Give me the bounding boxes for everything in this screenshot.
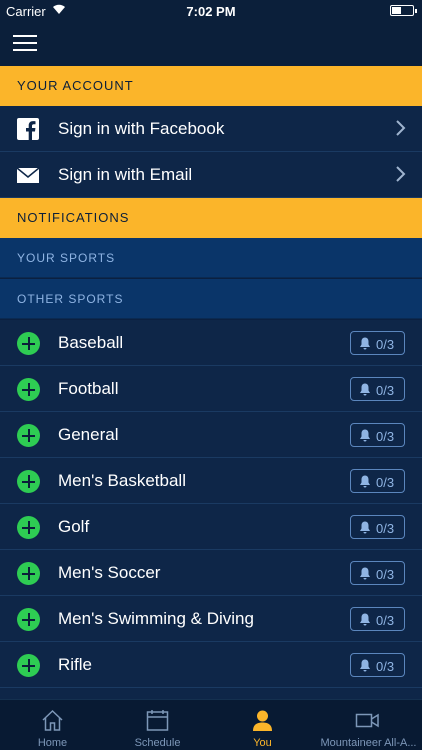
email-signin-label: Sign in with Email bbox=[58, 165, 193, 184]
notification-count: 0/3 bbox=[376, 475, 395, 490]
status-bar: Carrier 7:02 PM bbox=[0, 0, 422, 22]
bell-icon bbox=[360, 613, 370, 626]
battery-icon bbox=[390, 5, 417, 16]
sport-row-mens-basketball[interactable]: Men's Basketball 0/3 bbox=[0, 458, 422, 504]
sport-row-mens-swimming-diving[interactable]: Men's Swimming & Diving 0/3 bbox=[0, 596, 422, 642]
bell-icon bbox=[360, 475, 370, 488]
notification-count-badge[interactable]: 0/3 bbox=[350, 653, 405, 677]
sport-row-mens-soccer[interactable]: Men's Soccer 0/3 bbox=[0, 550, 422, 596]
video-icon bbox=[355, 713, 379, 728]
add-icon[interactable] bbox=[17, 608, 40, 631]
chevron-right-icon bbox=[396, 120, 406, 136]
sport-label: Men's Basketball bbox=[58, 471, 186, 490]
sport-label: Men's Swimming & Diving bbox=[58, 609, 254, 628]
your-account-header: YOUR ACCOUNT bbox=[0, 66, 422, 106]
tab-label: You bbox=[253, 737, 272, 749]
tab-label: Mountaineer All-A... bbox=[320, 737, 417, 749]
envelope-icon bbox=[17, 167, 39, 183]
bell-icon bbox=[360, 429, 370, 442]
notification-count-badge[interactable]: 0/3 bbox=[350, 423, 405, 447]
nav-bar bbox=[0, 22, 422, 66]
tab-label: Home bbox=[37, 737, 68, 749]
notification-count-badge[interactable]: 0/3 bbox=[350, 377, 405, 401]
notification-count: 0/3 bbox=[376, 659, 395, 674]
notification-count: 0/3 bbox=[376, 383, 395, 398]
person-icon bbox=[253, 710, 272, 731]
notification-count: 0/3 bbox=[376, 567, 395, 582]
bell-icon bbox=[360, 567, 370, 580]
tab-bar: Home Schedule You Mountaineer All-A... bbox=[0, 699, 422, 750]
sport-label: Baseball bbox=[58, 333, 124, 352]
status-time: 7:02 PM bbox=[186, 4, 236, 19]
notification-count: 0/3 bbox=[376, 337, 395, 352]
sport-label: Football bbox=[58, 379, 119, 398]
tab-label: Schedule bbox=[134, 737, 181, 749]
add-icon[interactable] bbox=[17, 378, 40, 401]
sport-label: Golf bbox=[58, 517, 90, 536]
notification-count-badge[interactable]: 0/3 bbox=[350, 469, 405, 493]
tab-you[interactable]: You bbox=[210, 700, 315, 750]
tab-home[interactable]: Home bbox=[0, 700, 105, 750]
notification-count: 0/3 bbox=[376, 521, 395, 536]
add-icon[interactable] bbox=[17, 332, 40, 355]
add-icon[interactable] bbox=[17, 470, 40, 493]
other-sports-header: OTHER SPORTS bbox=[0, 279, 422, 319]
tab-mountaineer-all-access[interactable]: Mountaineer All-A... bbox=[315, 700, 422, 750]
sport-row-rifle[interactable]: Rifle 0/3 bbox=[0, 642, 422, 688]
email-signin-row[interactable]: Sign in with Email bbox=[0, 152, 422, 198]
bell-icon bbox=[360, 383, 370, 396]
facebook-icon bbox=[17, 118, 39, 140]
sport-row-general[interactable]: General 0/3 bbox=[0, 412, 422, 458]
add-icon[interactable] bbox=[17, 424, 40, 447]
chevron-right-icon bbox=[396, 166, 406, 182]
notifications-header: NOTIFICATIONS bbox=[0, 198, 422, 238]
sport-row-golf[interactable]: Golf 0/3 bbox=[0, 504, 422, 550]
sport-label: General bbox=[58, 425, 119, 444]
notification-count: 0/3 bbox=[376, 429, 395, 444]
notification-count-badge[interactable]: 0/3 bbox=[350, 515, 405, 539]
bell-icon bbox=[360, 337, 370, 350]
tab-schedule[interactable]: Schedule bbox=[105, 700, 210, 750]
notification-count: 0/3 bbox=[376, 613, 395, 628]
home-icon bbox=[42, 709, 63, 731]
facebook-signin-label: Sign in with Facebook bbox=[58, 119, 225, 138]
notification-count-badge[interactable]: 0/3 bbox=[350, 331, 405, 355]
add-icon[interactable] bbox=[17, 516, 40, 539]
notification-count-badge[interactable]: 0/3 bbox=[350, 561, 405, 585]
sport-label: Men's Soccer bbox=[58, 563, 161, 582]
bell-icon bbox=[360, 659, 370, 672]
sport-label: Rifle bbox=[58, 655, 93, 674]
hamburger-menu-icon[interactable] bbox=[13, 35, 37, 53]
your-sports-header: YOUR SPORTS bbox=[0, 238, 422, 278]
add-icon[interactable] bbox=[17, 654, 40, 677]
calendar-icon bbox=[146, 710, 169, 731]
notification-count-badge[interactable]: 0/3 bbox=[350, 607, 405, 631]
sport-row-football[interactable]: Football 0/3 bbox=[0, 366, 422, 412]
sport-row-baseball[interactable]: Baseball 0/3 bbox=[0, 320, 422, 366]
bell-icon bbox=[360, 521, 370, 534]
facebook-signin-row[interactable]: Sign in with Facebook bbox=[0, 106, 422, 152]
add-icon[interactable] bbox=[17, 562, 40, 585]
